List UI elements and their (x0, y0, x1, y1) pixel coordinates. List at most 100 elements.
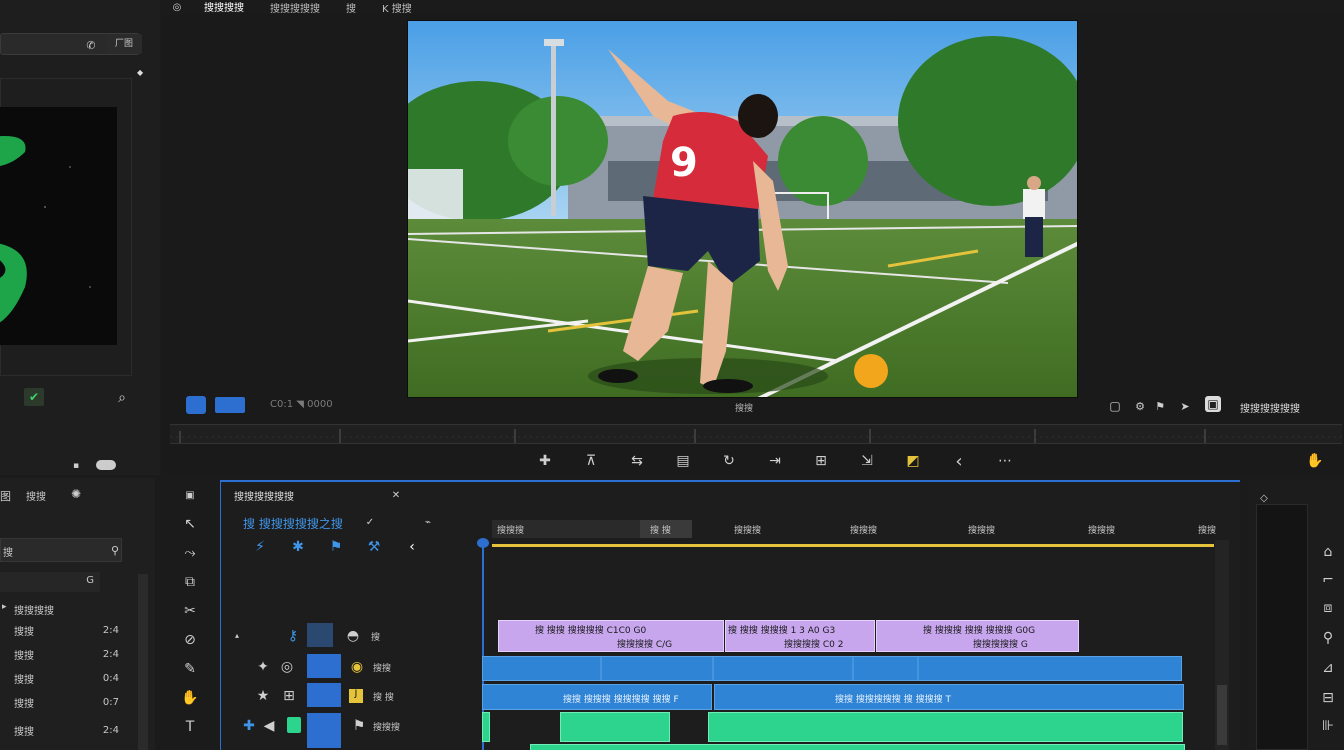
marker-icon[interactable]: ◩ (903, 451, 923, 471)
safe-margin-icon[interactable]: ▢ (1105, 396, 1125, 416)
loop-icon[interactable]: ↻ (719, 451, 739, 471)
zoom-icon[interactable]: ⌕ (112, 388, 132, 408)
list-item[interactable]: 搜搜 2:4 (0, 620, 125, 640)
globe-icon[interactable]: ✺ (66, 484, 86, 504)
settings-wrench-icon[interactable]: ⚒ (364, 537, 384, 557)
audio-patch[interactable] (307, 713, 341, 748)
linked-select-icon[interactable]: ✱ (288, 537, 308, 557)
nest-icon[interactable]: ⚡ (250, 537, 270, 557)
star-icon[interactable]: ★ (253, 686, 273, 706)
audio-clip[interactable] (560, 712, 670, 742)
source-patch[interactable] (307, 683, 341, 707)
hand-tool-icon[interactable]: ✋ (180, 688, 200, 708)
source-menu-icon[interactable]: ◆ (137, 68, 147, 78)
settings-icon[interactable]: ▪ (66, 456, 86, 476)
razor-tool-icon[interactable]: ✂ (180, 601, 200, 621)
grid-icon[interactable]: ⊟ (1318, 688, 1338, 708)
settings-icon[interactable]: ⚙ (1130, 396, 1150, 416)
film-icon[interactable]: ⊞ (279, 686, 299, 706)
add-button-icon[interactable]: ✋ (1305, 451, 1325, 471)
link-icon[interactable]: ⌁ (418, 512, 438, 532)
track-collapse-icon[interactable]: ▴ (235, 631, 239, 640)
sparkle-icon[interactable]: ✦ (253, 657, 273, 677)
video-clip[interactable]: 搜 搜搜 搜搜搜搜 C1C0 G0 搜搜搜搜 C/G (498, 620, 724, 652)
play-icon[interactable]: ▤ (673, 451, 693, 471)
mark-in-icon[interactable]: ✚ (535, 451, 555, 471)
list-item[interactable]: 搜搜 0:7 (0, 692, 125, 712)
program-time-ruler[interactable] (170, 424, 1342, 444)
puzzle-icon[interactable]: ✚ (239, 716, 259, 736)
hook-icon[interactable]: ⌐ (1318, 570, 1338, 590)
tab-info[interactable]: K 搜搜 (376, 0, 418, 15)
source-shield-icon[interactable]: ✔ (24, 388, 44, 406)
timeline-close-icon[interactable]: ✕ (386, 485, 406, 505)
source-search-button[interactable]: 厂图 (106, 34, 142, 54)
overwrite-icon[interactable]: ⇲ (857, 451, 877, 471)
audio-clip[interactable] (530, 744, 1185, 750)
tab-program[interactable]: 搜搜搜搜 (198, 0, 250, 15)
mark-out-icon[interactable]: ⊼ (581, 451, 601, 471)
marker-add-icon[interactable]: ⚑ (326, 537, 346, 557)
pen-tool-icon[interactable]: ✎ (180, 659, 200, 679)
record-icon[interactable]: ◎ (277, 657, 297, 677)
selection-tool-icon[interactable]: ↖ (180, 514, 200, 534)
palette-icon[interactable]: ◉ (347, 657, 367, 677)
slip-tool-icon[interactable]: ⊘ (180, 630, 200, 650)
folder-toggle-icon[interactable]: ▸ (2, 602, 7, 612)
snap-icon[interactable]: ✓ (360, 512, 380, 532)
step-back-icon[interactable]: ⇆ (627, 451, 647, 471)
insert-icon[interactable]: ⊞ (811, 451, 831, 471)
video-clip[interactable]: 搜 搜搜搜 搜搜 搜搜搜 G0G 搜搜搜搜搜 G (876, 620, 1079, 652)
tab-effects[interactable]: 搜搜搜搜搜 (264, 0, 326, 15)
chevron-left-icon[interactable]: ‹ (949, 451, 969, 472)
output-blue-icon[interactable] (186, 396, 206, 414)
audio-clip[interactable] (482, 712, 490, 742)
timeline-scroll-thumb[interactable] (1217, 685, 1227, 745)
audio-clip[interactable] (708, 712, 1183, 742)
video-clip[interactable]: 搜搜 搜搜搜搜搜 搜 搜搜搜 T (714, 684, 1184, 710)
flag-icon[interactable]: ⚑ (1150, 396, 1170, 416)
work-area-bar[interactable] (492, 544, 1214, 547)
video-clip[interactable]: 搜搜 搜搜搜 搜搜搜搜 搜搜 F (482, 684, 712, 710)
chevron-left-icon[interactable]: ‹ (402, 537, 422, 557)
project-tab-a[interactable]: 图 (0, 488, 11, 504)
timeline-tab[interactable]: 搜搜搜搜搜搜 (234, 488, 294, 503)
eye-icon[interactable]: ◓ (343, 626, 363, 646)
video-clip[interactable]: 搜 搜搜 搜搜搜 1 3 A0 G3 搜搜搜搜 C0 2 (725, 620, 875, 652)
sync-toggle[interactable] (307, 623, 333, 647)
camera-icon[interactable]: ▣ (1205, 396, 1221, 412)
project-tab-b[interactable]: 搜搜 (26, 488, 46, 503)
output-blue-badge[interactable] (215, 397, 245, 413)
toggle-icon[interactable] (96, 460, 116, 470)
video-clip[interactable] (482, 656, 1182, 681)
project-search-field[interactable]: 搜 (0, 538, 122, 562)
mic-icon[interactable]: ⚑ (349, 716, 369, 736)
tool-menu-icon[interactable]: ▣ (180, 485, 200, 505)
project-folder-name[interactable]: 搜搜搜搜 (14, 602, 54, 617)
green-toggle[interactable] (287, 717, 301, 733)
panel-menu-icon[interactable]: ◎ (170, 0, 184, 14)
export-frame-icon[interactable]: ⋯ (995, 451, 1015, 471)
search-icon[interactable]: ⚲ (1318, 628, 1338, 648)
ruler-icon[interactable]: ⊿ (1318, 658, 1338, 678)
playhead-head[interactable] (477, 538, 489, 548)
list-item[interactable]: 搜搜 0:4 (0, 668, 125, 688)
step-forward-icon[interactable]: ⇥ (765, 451, 785, 471)
project-scrollbar[interactable] (138, 574, 148, 750)
list-item[interactable]: 搜搜 2:4 (0, 720, 125, 740)
lock-icon[interactable]: ⚷ (283, 626, 303, 646)
timeline-ruler[interactable]: 搜 搜 搜搜搜 搜搜搜 搜搜搜 搜搜搜 搜搜搜 搜搜 (492, 520, 1217, 548)
fit-dropdown[interactable]: 搜搜搜搜搜搜 (1240, 400, 1300, 415)
tab-audio[interactable]: 搜 (340, 0, 362, 15)
ripple-edit-icon[interactable]: ⧉ (180, 572, 200, 592)
columns-icon[interactable]: ⊪ (1318, 716, 1338, 736)
list-item[interactable]: 搜搜 2:4 (0, 644, 125, 664)
phone-icon[interactable]: ✆ (81, 35, 101, 55)
timeline-scrollbar[interactable] (1215, 540, 1229, 750)
track-select-icon[interactable]: ⤳ (180, 543, 200, 563)
house-icon[interactable]: ⌂ (1318, 542, 1338, 562)
text-tool-icon[interactable]: T (180, 717, 200, 737)
arrow-icon[interactable]: ➤ (1175, 396, 1195, 416)
crop-icon[interactable]: ⧈ (1318, 598, 1338, 618)
fx-badge[interactable]: J (349, 689, 363, 703)
